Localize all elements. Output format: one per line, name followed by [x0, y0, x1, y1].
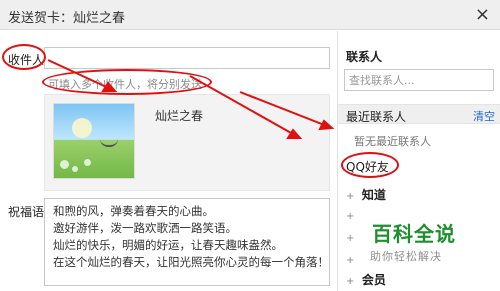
annotation-arrows	[47, 59, 335, 139]
contacts-title: 联系人	[346, 50, 383, 64]
clear-button[interactable]: 清空	[473, 108, 495, 124]
group-item[interactable]: +	[346, 208, 358, 222]
watermark-slogan: 助你轻松解决	[370, 250, 442, 263]
group-item[interactable]: + 知道	[346, 186, 386, 203]
group-label: 知道	[361, 188, 386, 202]
window-title: 发送贺卡：灿烂之春	[8, 11, 126, 26]
recent-contacts-header: 最近联系人 清空	[338, 104, 500, 124]
expand-icon: +	[346, 211, 355, 222]
compose-panel: 收件人 可填入多个收件人，将分别发送 灿烂之春 祝福语 和煦的风，弹奏着春天的心…	[0, 31, 337, 291]
watermark-logo: 百科全说	[372, 222, 456, 246]
recent-contacts-title: 最近联系人	[346, 110, 407, 124]
contact-search-input[interactable]: 查找联系人...	[344, 69, 494, 91]
group-item[interactable]: +	[346, 230, 358, 244]
expand-icon: +	[346, 255, 355, 266]
expand-icon: +	[346, 191, 355, 202]
title-bar: 发送贺卡：灿烂之春 ×	[0, 0, 500, 30]
annotation-circle	[341, 152, 399, 178]
close-icon[interactable]: ×	[475, 4, 490, 25]
group-item[interactable]: + 会员	[346, 271, 386, 288]
expand-icon: +	[346, 276, 355, 287]
group-label: 会员	[361, 273, 386, 287]
expand-icon: +	[346, 233, 355, 244]
group-item[interactable]: +	[346, 252, 358, 266]
no-recent-text: 暂无最近联系人	[354, 135, 431, 148]
